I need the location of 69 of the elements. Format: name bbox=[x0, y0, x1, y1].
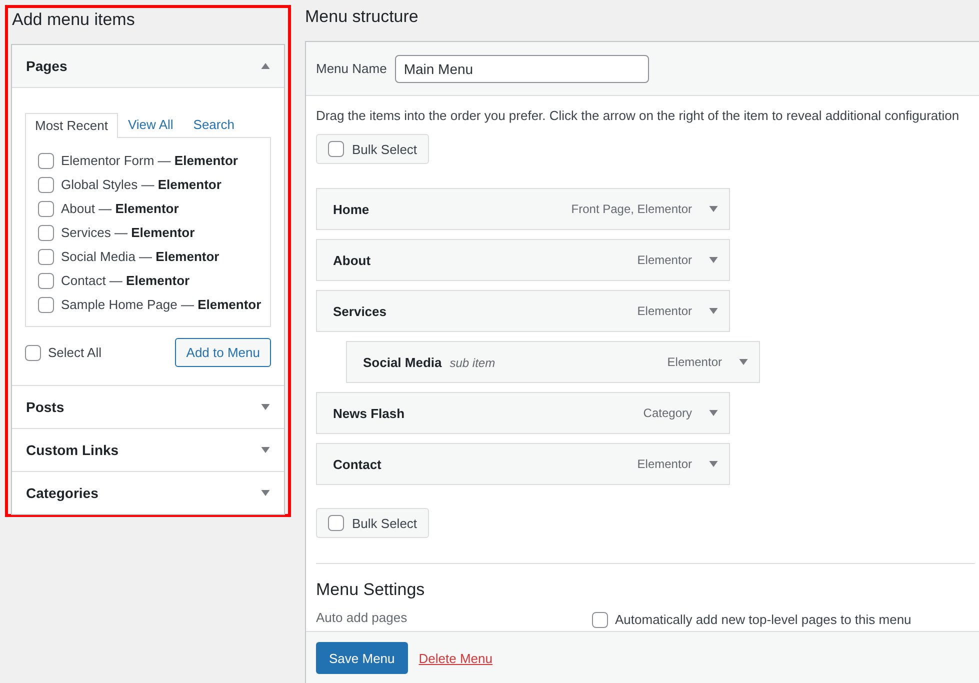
menu-item-title: Contact bbox=[333, 456, 382, 472]
menu-item-title: Services bbox=[333, 304, 386, 318]
field-label: Menu Name bbox=[316, 61, 387, 76]
accordion-title: Custom Links bbox=[26, 442, 119, 458]
menu-item-bar[interactable]: Social Media sub item Elementor bbox=[346, 341, 760, 383]
bulk-select-button[interactable]: Bulk Select bbox=[316, 508, 430, 538]
tab[interactable]: View All bbox=[118, 112, 184, 137]
caret-icon[interactable] bbox=[709, 257, 718, 263]
instructions-text: Drag the items into the order you prefer. Click the arrow on the right of the item to reveal additional configuration bbox=[316, 108, 960, 123]
checkbox[interactable] bbox=[328, 141, 344, 157]
menu-item-bar[interactable]: News Flash Category bbox=[316, 392, 730, 434]
page-label: About — Elementor bbox=[61, 200, 179, 218]
page-label: Elementor Form — Elementor bbox=[61, 152, 238, 170]
menu-item-bar[interactable]: About Elementor bbox=[316, 239, 730, 281]
caret-icon[interactable] bbox=[261, 447, 270, 453]
tab[interactable]: Most Recent bbox=[25, 113, 118, 138]
menu-name-field[interactable]: Main Menu bbox=[394, 54, 649, 82]
caret-icon[interactable] bbox=[261, 490, 270, 496]
option-label: Automatically add new top-level pages to this menu bbox=[615, 611, 912, 629]
checkbox[interactable] bbox=[38, 225, 54, 241]
page-label: Social Media — Elementor bbox=[61, 248, 220, 266]
tab[interactable]: Search bbox=[183, 112, 244, 137]
select-all-label: Select All bbox=[48, 344, 102, 362]
accordion-title: Pages bbox=[26, 58, 68, 74]
menu-item-bar[interactable]: Services Elementor bbox=[316, 290, 730, 332]
menu-item-title: About bbox=[333, 252, 371, 268]
checkbox[interactable] bbox=[38, 249, 54, 265]
checkbox[interactable] bbox=[38, 177, 54, 193]
menu-item-title: Social Media bbox=[363, 354, 442, 370]
checkbox[interactable] bbox=[328, 515, 344, 531]
checkbox[interactable] bbox=[25, 344, 41, 360]
page-label: Sample Home Page — Elementor bbox=[61, 296, 262, 314]
checkbox[interactable] bbox=[592, 612, 608, 628]
checkbox[interactable] bbox=[38, 273, 54, 289]
accordion-header[interactable]: Pages bbox=[12, 45, 284, 88]
caret-icon[interactable] bbox=[709, 410, 718, 416]
page-label: Services — Elementor bbox=[61, 224, 195, 242]
caret-icon[interactable] bbox=[709, 308, 718, 314]
item-type-label: Front Page, Elementor bbox=[571, 202, 692, 216]
sub-item-label: sub item bbox=[450, 356, 496, 370]
menu-item-title: News Flash bbox=[333, 406, 405, 420]
caret-icon[interactable] bbox=[709, 461, 718, 467]
menu-item-bar[interactable]: Contact Elementor bbox=[316, 443, 730, 485]
page-label: Global Styles — Elementor bbox=[61, 176, 222, 194]
section-title: Add menu items bbox=[12, 9, 136, 31]
item-type-label: Elementor bbox=[637, 304, 692, 318]
checkbox[interactable] bbox=[38, 201, 54, 217]
item-type-label: Elementor bbox=[667, 355, 722, 369]
settings-title: Menu Settings bbox=[316, 580, 426, 600]
section-title: Menu structure bbox=[305, 6, 420, 28]
accordion-title: Posts bbox=[26, 399, 64, 415]
accordion-title: Categories bbox=[26, 485, 98, 501]
checkbox[interactable] bbox=[38, 297, 54, 313]
caret-icon[interactable] bbox=[709, 206, 718, 212]
setting-label: Auto add pages bbox=[316, 610, 408, 627]
item-type-label: Elementor bbox=[637, 457, 692, 471]
menu-item-bar[interactable]: Home Front Page, Elementor bbox=[316, 188, 730, 230]
menu-item-title: Home bbox=[333, 202, 370, 216]
item-type-label: Elementor bbox=[637, 253, 692, 267]
checkbox[interactable] bbox=[38, 153, 54, 169]
caret-icon[interactable] bbox=[739, 359, 748, 365]
caret-icon[interactable] bbox=[261, 63, 270, 69]
delete-menu-link[interactable]: Delete Menu bbox=[418, 650, 492, 666]
save-menu-button[interactable]: Save Menu bbox=[316, 642, 408, 674]
add-to-menu-button[interactable]: Add to Menu bbox=[175, 338, 271, 367]
page-label: Contact — Elementor bbox=[61, 272, 190, 290]
caret-icon[interactable] bbox=[261, 404, 270, 410]
bulk-select-button[interactable]: Bulk Select bbox=[316, 134, 430, 164]
item-type-label: Category bbox=[643, 406, 692, 420]
